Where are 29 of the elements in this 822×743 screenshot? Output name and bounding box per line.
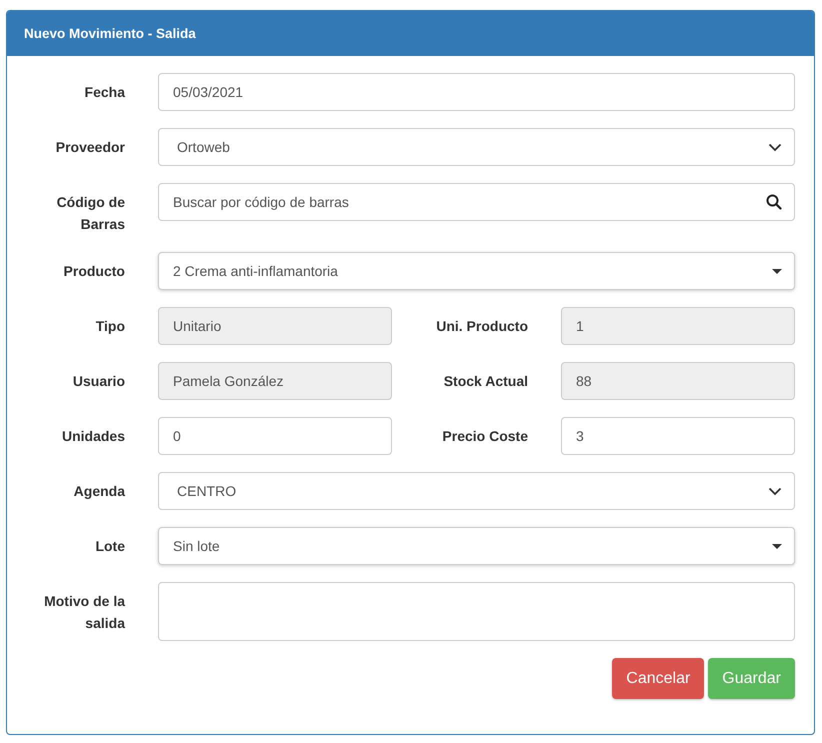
search-field[interactable]: Buscar por código de barras (158, 183, 795, 221)
caret-down-icon (772, 268, 782, 274)
select-field[interactable]: Ortoweb (158, 128, 795, 166)
field-label: Uni. Producto (435, 317, 528, 336)
field-label: Agenda (72, 482, 125, 501)
field-label: Código de Barras (56, 193, 125, 234)
input-field[interactable]: 3 (561, 417, 795, 455)
chevron-down-icon (768, 142, 782, 152)
input-field[interactable]: 05/03/2021 (158, 73, 795, 111)
field-label: Stock Actual (442, 372, 528, 391)
text-area[interactable] (158, 582, 795, 641)
field-label: Proveedor (54, 138, 125, 157)
field-label: Tipo (94, 317, 125, 336)
caret-down-icon (772, 544, 782, 548)
input-field[interactable]: 0 (158, 417, 392, 455)
select-field[interactable]: CENTRO (158, 472, 795, 510)
field-label: Producto (62, 262, 125, 281)
search-icon (766, 194, 782, 210)
field-label: Precio Coste (441, 427, 528, 446)
field-label: Fecha (84, 83, 125, 102)
field-label: Lote (94, 537, 125, 556)
cancel-button[interactable]: Cancelar (612, 658, 704, 699)
panel-title: Nuevo Movimiento - Salida (24, 26, 196, 41)
field-label: Motivo de la salida (43, 592, 125, 633)
field-label: Usuario (72, 372, 125, 391)
dropdown-field[interactable]: Sin lote (158, 527, 795, 565)
dropdown-field[interactable]: 2 Crema anti-inflamantoria (158, 252, 795, 290)
chevron-down-icon (768, 486, 782, 496)
field-label: Unidades (60, 427, 125, 446)
